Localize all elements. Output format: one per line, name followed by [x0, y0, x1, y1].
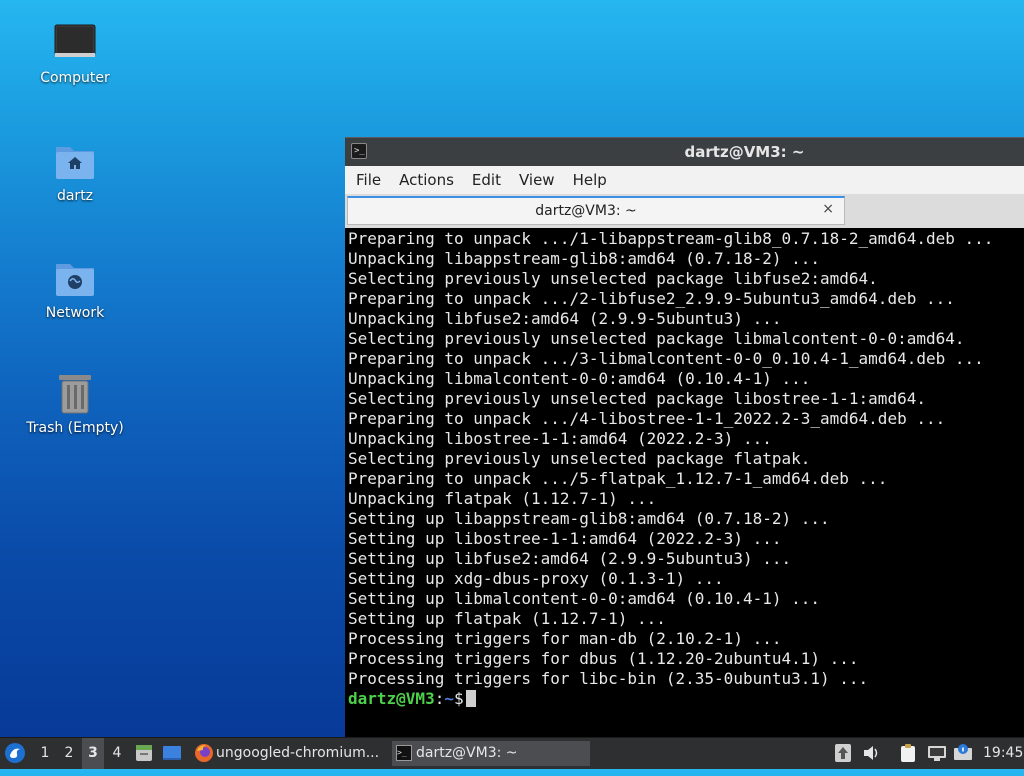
desktop-icon-home-folder[interactable]: dartz	[15, 140, 135, 204]
terminal-line: Preparing to unpack .../1-libappstream-g…	[348, 229, 994, 248]
prompt-directory: ~	[444, 689, 454, 708]
desktop-icon-label: Trash (Empty)	[26, 420, 124, 436]
trash-icon	[53, 372, 97, 416]
window-titlebar[interactable]: >_ dartz@VM3: ~	[345, 137, 1024, 166]
terminal-line: Selecting previously unselected package …	[348, 269, 878, 288]
tab-terminal[interactable]: dartz@VM3: ~ ×	[347, 196, 845, 225]
desktop-icon-computer[interactable]: Computer	[15, 22, 135, 86]
terminal-line: Preparing to unpack .../2-libfuse2_2.9.9…	[348, 289, 955, 308]
show-desktop-button[interactable]	[162, 738, 184, 769]
terminal-output[interactable]: Preparing to unpack .../1-libappstream-g…	[345, 229, 1024, 737]
close-icon[interactable]: ×	[822, 201, 834, 217]
terminal-line: Processing triggers for dbus (1.12.20-2u…	[348, 649, 859, 668]
menu-help[interactable]: Help	[564, 166, 616, 195]
start-menu-icon	[5, 743, 25, 763]
clipboard-icon	[901, 744, 915, 762]
terminal-task-icon: >_	[396, 745, 412, 761]
terminal-line: Selecting previously unselected package …	[348, 329, 965, 348]
tray-info[interactable]	[953, 738, 975, 769]
tray-clock[interactable]: 19:45	[983, 738, 1023, 769]
terminal-line: Setting up libappstream-glib8:amd64 (0.7…	[348, 509, 830, 528]
tray-volume[interactable]	[862, 738, 882, 769]
menu-file[interactable]: File	[347, 166, 390, 195]
task-terminal[interactable]: >_ dartz@VM3: ~	[392, 741, 590, 766]
terminal-line: Unpacking flatpak (1.12.7-1) ...	[348, 489, 657, 508]
terminal-line: Unpacking libfuse2:amd64 (2.9.9-5ubuntu3…	[348, 309, 782, 328]
home-folder-icon	[53, 140, 97, 184]
terminal-line: Unpacking libostree-1-1:amd64 (2022.2-3)…	[348, 429, 772, 448]
app-menu-button[interactable]	[4, 738, 28, 769]
tab-label: dartz@VM3: ~	[535, 203, 637, 219]
terminal-line: Setting up libostree-1-1:amd64 (2022.2-3…	[348, 529, 782, 548]
menu-actions[interactable]: Actions	[390, 166, 463, 195]
prompt-symbol: $	[453, 689, 464, 708]
network-icon	[928, 746, 946, 761]
desktop-icon-label: Computer	[40, 70, 110, 86]
desktop-icon	[163, 746, 181, 760]
up-arrow-icon	[835, 744, 851, 762]
desktop-icon-label: Network	[45, 305, 105, 321]
menu-edit[interactable]: Edit	[463, 166, 510, 195]
workspace-3[interactable]: 3	[82, 738, 104, 769]
tray-update-button[interactable]	[835, 738, 853, 769]
text-cursor	[465, 690, 476, 707]
terminal-line: Processing triggers for libc-bin (2.35-0…	[348, 669, 869, 688]
firefox-icon	[195, 744, 213, 762]
desktop-icon-label: dartz	[56, 188, 94, 204]
tray-network[interactable]	[927, 738, 949, 769]
task-label: ungoogled-chromium...	[216, 745, 380, 761]
tray-clipboard[interactable]	[898, 738, 920, 769]
taskbar: 1 2 3 4 ungoogled-chromium... >_ dartz@V…	[0, 737, 1024, 769]
tab-strip: dartz@VM3: ~ ×	[345, 194, 1024, 228]
task-label: dartz@VM3: ~	[416, 745, 518, 761]
prompt-user-host: dartz@VM3	[348, 689, 435, 708]
workspace-2[interactable]: 2	[58, 738, 80, 769]
desktop-icon-network[interactable]: Network	[15, 257, 135, 321]
terminal-line: Selecting previously unselected package …	[348, 389, 926, 408]
terminal-line: Preparing to unpack .../4-libostree-1-1_…	[348, 409, 946, 428]
menu-bar: File Actions Edit View Help	[345, 166, 1024, 194]
menu-view[interactable]: View	[510, 166, 564, 195]
terminal-line: Setting up flatpak (1.12.7-1) ...	[348, 609, 666, 628]
network-folder-icon	[53, 257, 97, 301]
info-icon	[954, 744, 972, 760]
workspace-1[interactable]: 1	[34, 738, 56, 769]
prompt-separator: :	[434, 689, 445, 708]
computer-icon	[53, 22, 97, 66]
terminal-line: Preparing to unpack .../5-flatpak_1.12.7…	[348, 469, 888, 488]
terminal-line: Setting up xdg-dbus-proxy (0.1.3-1) ...	[348, 569, 724, 588]
window-title: dartz@VM3: ~	[684, 143, 805, 161]
workspace-4[interactable]: 4	[106, 738, 128, 769]
terminal-line: Setting up libfuse2:amd64 (2.9.9-5ubuntu…	[348, 549, 792, 568]
file-manager-launcher[interactable]	[134, 738, 156, 769]
terminal-line: Selecting previously unselected package …	[348, 449, 811, 468]
terminal-line: Unpacking libappstream-glib8:amd64 (0.7.…	[348, 249, 821, 268]
terminal-line: Processing triggers for man-db (2.10.2-1…	[348, 629, 782, 648]
terminal-line: Setting up libmalcontent-0-0:amd64 (0.10…	[348, 589, 821, 608]
terminal-window: >_ dartz@VM3: ~ File Actions Edit View Help …	[345, 137, 1024, 737]
file-cabinet-icon	[136, 745, 152, 761]
terminal-prompt[interactable]: dartz@VM3:~$	[345, 689, 1024, 709]
speaker-icon	[864, 746, 878, 760]
task-chromium[interactable]: ungoogled-chromium...	[192, 741, 386, 766]
desktop-icon-trash[interactable]: Trash (Empty)	[15, 372, 135, 436]
terminal-line: Unpacking libmalcontent-0-0:amd64 (0.10.…	[348, 369, 811, 388]
terminal-line: Preparing to unpack .../3-libmalcontent-…	[348, 349, 984, 368]
